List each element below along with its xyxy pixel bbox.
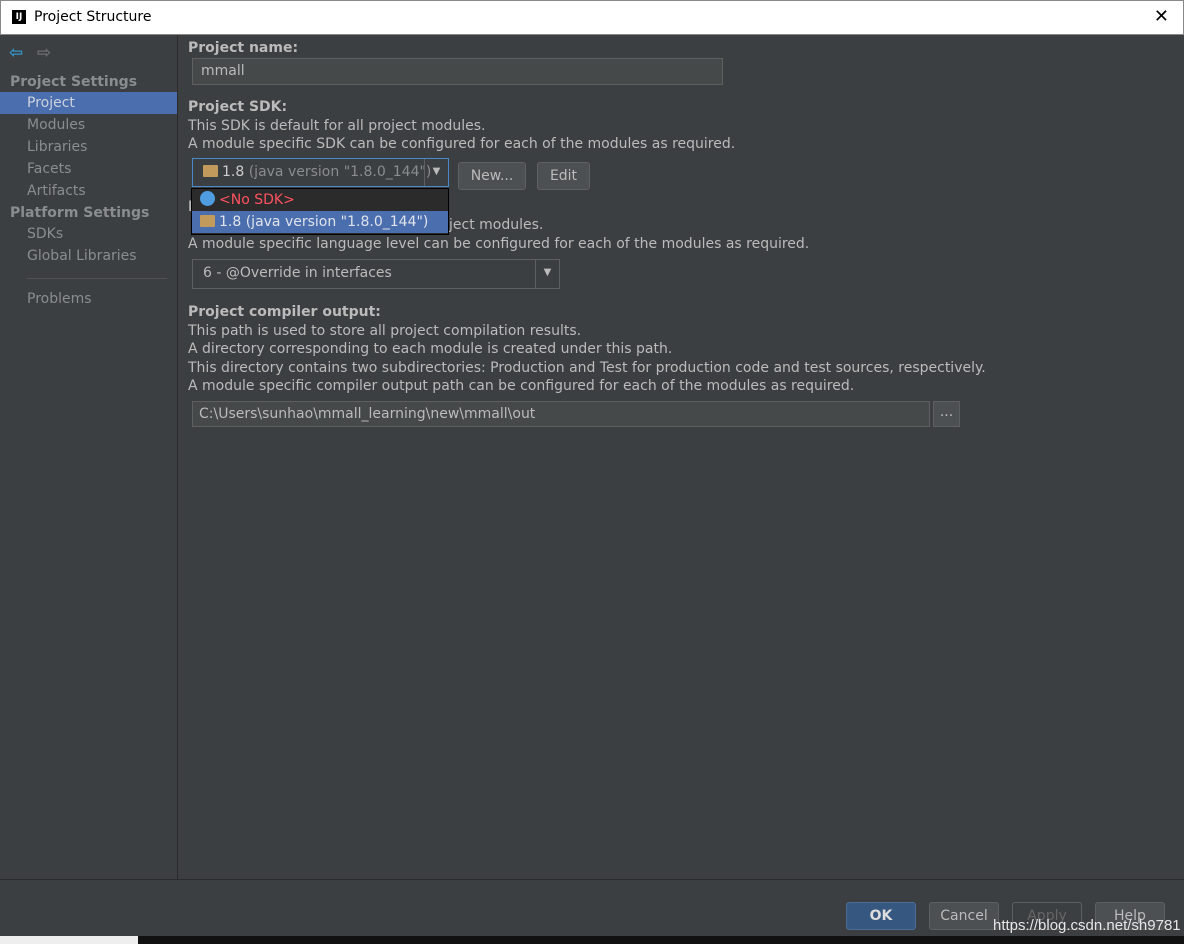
output-description-4: A module specific compiler output path c… xyxy=(188,378,855,394)
sdk-description-1: This SDK is default for all project modu… xyxy=(188,118,486,134)
language-description-2: A module specific language level can be … xyxy=(188,236,810,252)
language-level-dropdown[interactable]: 6 - @Override in interfaces ▼ xyxy=(192,259,560,289)
sidebar-item-modules[interactable]: Modules xyxy=(0,114,177,136)
output-description-1: This path is used to store all project c… xyxy=(188,323,582,339)
sidebar-item-global-libraries[interactable]: Global Libraries xyxy=(0,245,177,267)
divider xyxy=(27,278,167,279)
project-name-input[interactable]: mmall xyxy=(192,58,723,85)
compiler-output-input[interactable]: C:\Users\sunhao\mmall_learning\new\mmall… xyxy=(192,401,930,427)
project-name-label: Project name: xyxy=(188,40,299,56)
intellij-logo-icon: IJ xyxy=(12,10,26,24)
sidebar-item-facets[interactable]: Facets xyxy=(0,158,177,180)
arrow-right-icon[interactable]: ⇨ xyxy=(37,43,51,63)
sdk-dropdown-popup: <No SDK> 1.8 (java version "1.8.0_144") xyxy=(191,188,449,235)
sdk-option-1-8[interactable]: 1.8 (java version "1.8.0_144") xyxy=(192,211,448,233)
project-sdk-label: Project SDK: xyxy=(188,99,288,115)
sdk-description-2: A module specific SDK can be configured … xyxy=(188,136,736,152)
output-description-3: This directory contains two subdirectori… xyxy=(188,360,986,376)
browse-button[interactable]: ... xyxy=(933,401,960,427)
no-sdk-icon xyxy=(200,191,215,206)
section-project-settings: Project Settings xyxy=(10,74,138,90)
jdk-folder-icon xyxy=(203,165,218,177)
close-icon[interactable]: ✕ xyxy=(1154,6,1169,27)
chevron-down-icon[interactable]: ▼ xyxy=(424,159,448,186)
compiler-output-label: Project compiler output: xyxy=(188,304,381,320)
sidebar-item-problems[interactable]: Problems xyxy=(0,288,177,310)
sdk-version: 1.8 xyxy=(222,164,245,180)
cancel-button[interactable]: Cancel xyxy=(929,902,999,930)
sidebar-item-libraries[interactable]: Libraries xyxy=(0,136,177,158)
title-bar: IJ Project Structure ✕ xyxy=(0,0,1184,35)
dialog-footer: OK Cancel Apply Help xyxy=(0,879,1184,944)
sdk-dropdown[interactable]: 1.8 (java version "1.8.0_144") ▼ xyxy=(192,158,449,187)
watermark: https://blog.csdn.net/sh9781 xyxy=(993,917,1181,934)
language-level-value: 6 - @Override in interfaces xyxy=(203,265,392,281)
chevron-down-icon[interactable]: ▼ xyxy=(535,260,559,288)
window-title: Project Structure xyxy=(34,9,152,25)
ok-button[interactable]: OK xyxy=(846,902,916,930)
section-platform-settings: Platform Settings xyxy=(10,205,150,221)
output-description-2: A directory corresponding to each module… xyxy=(188,341,673,357)
new-sdk-button[interactable]: New... xyxy=(458,162,526,190)
jdk-folder-icon xyxy=(200,215,215,227)
taskbar-strip xyxy=(0,936,1184,944)
arrow-left-icon[interactable]: ⇦ xyxy=(9,43,23,63)
sdk-option-no-sdk[interactable]: <No SDK> xyxy=(192,189,448,211)
sidebar-item-sdks[interactable]: SDKs xyxy=(0,223,177,245)
sidebar: ⇦ ⇨ Project Settings Project Modules Lib… xyxy=(0,35,178,879)
edit-sdk-button[interactable]: Edit xyxy=(537,162,590,190)
sidebar-item-artifacts[interactable]: Artifacts xyxy=(0,180,177,202)
language-description-1: ject modules. xyxy=(449,217,544,233)
sidebar-item-project[interactable]: Project xyxy=(0,92,177,114)
sdk-detail: (java version "1.8.0_144") xyxy=(248,164,432,180)
